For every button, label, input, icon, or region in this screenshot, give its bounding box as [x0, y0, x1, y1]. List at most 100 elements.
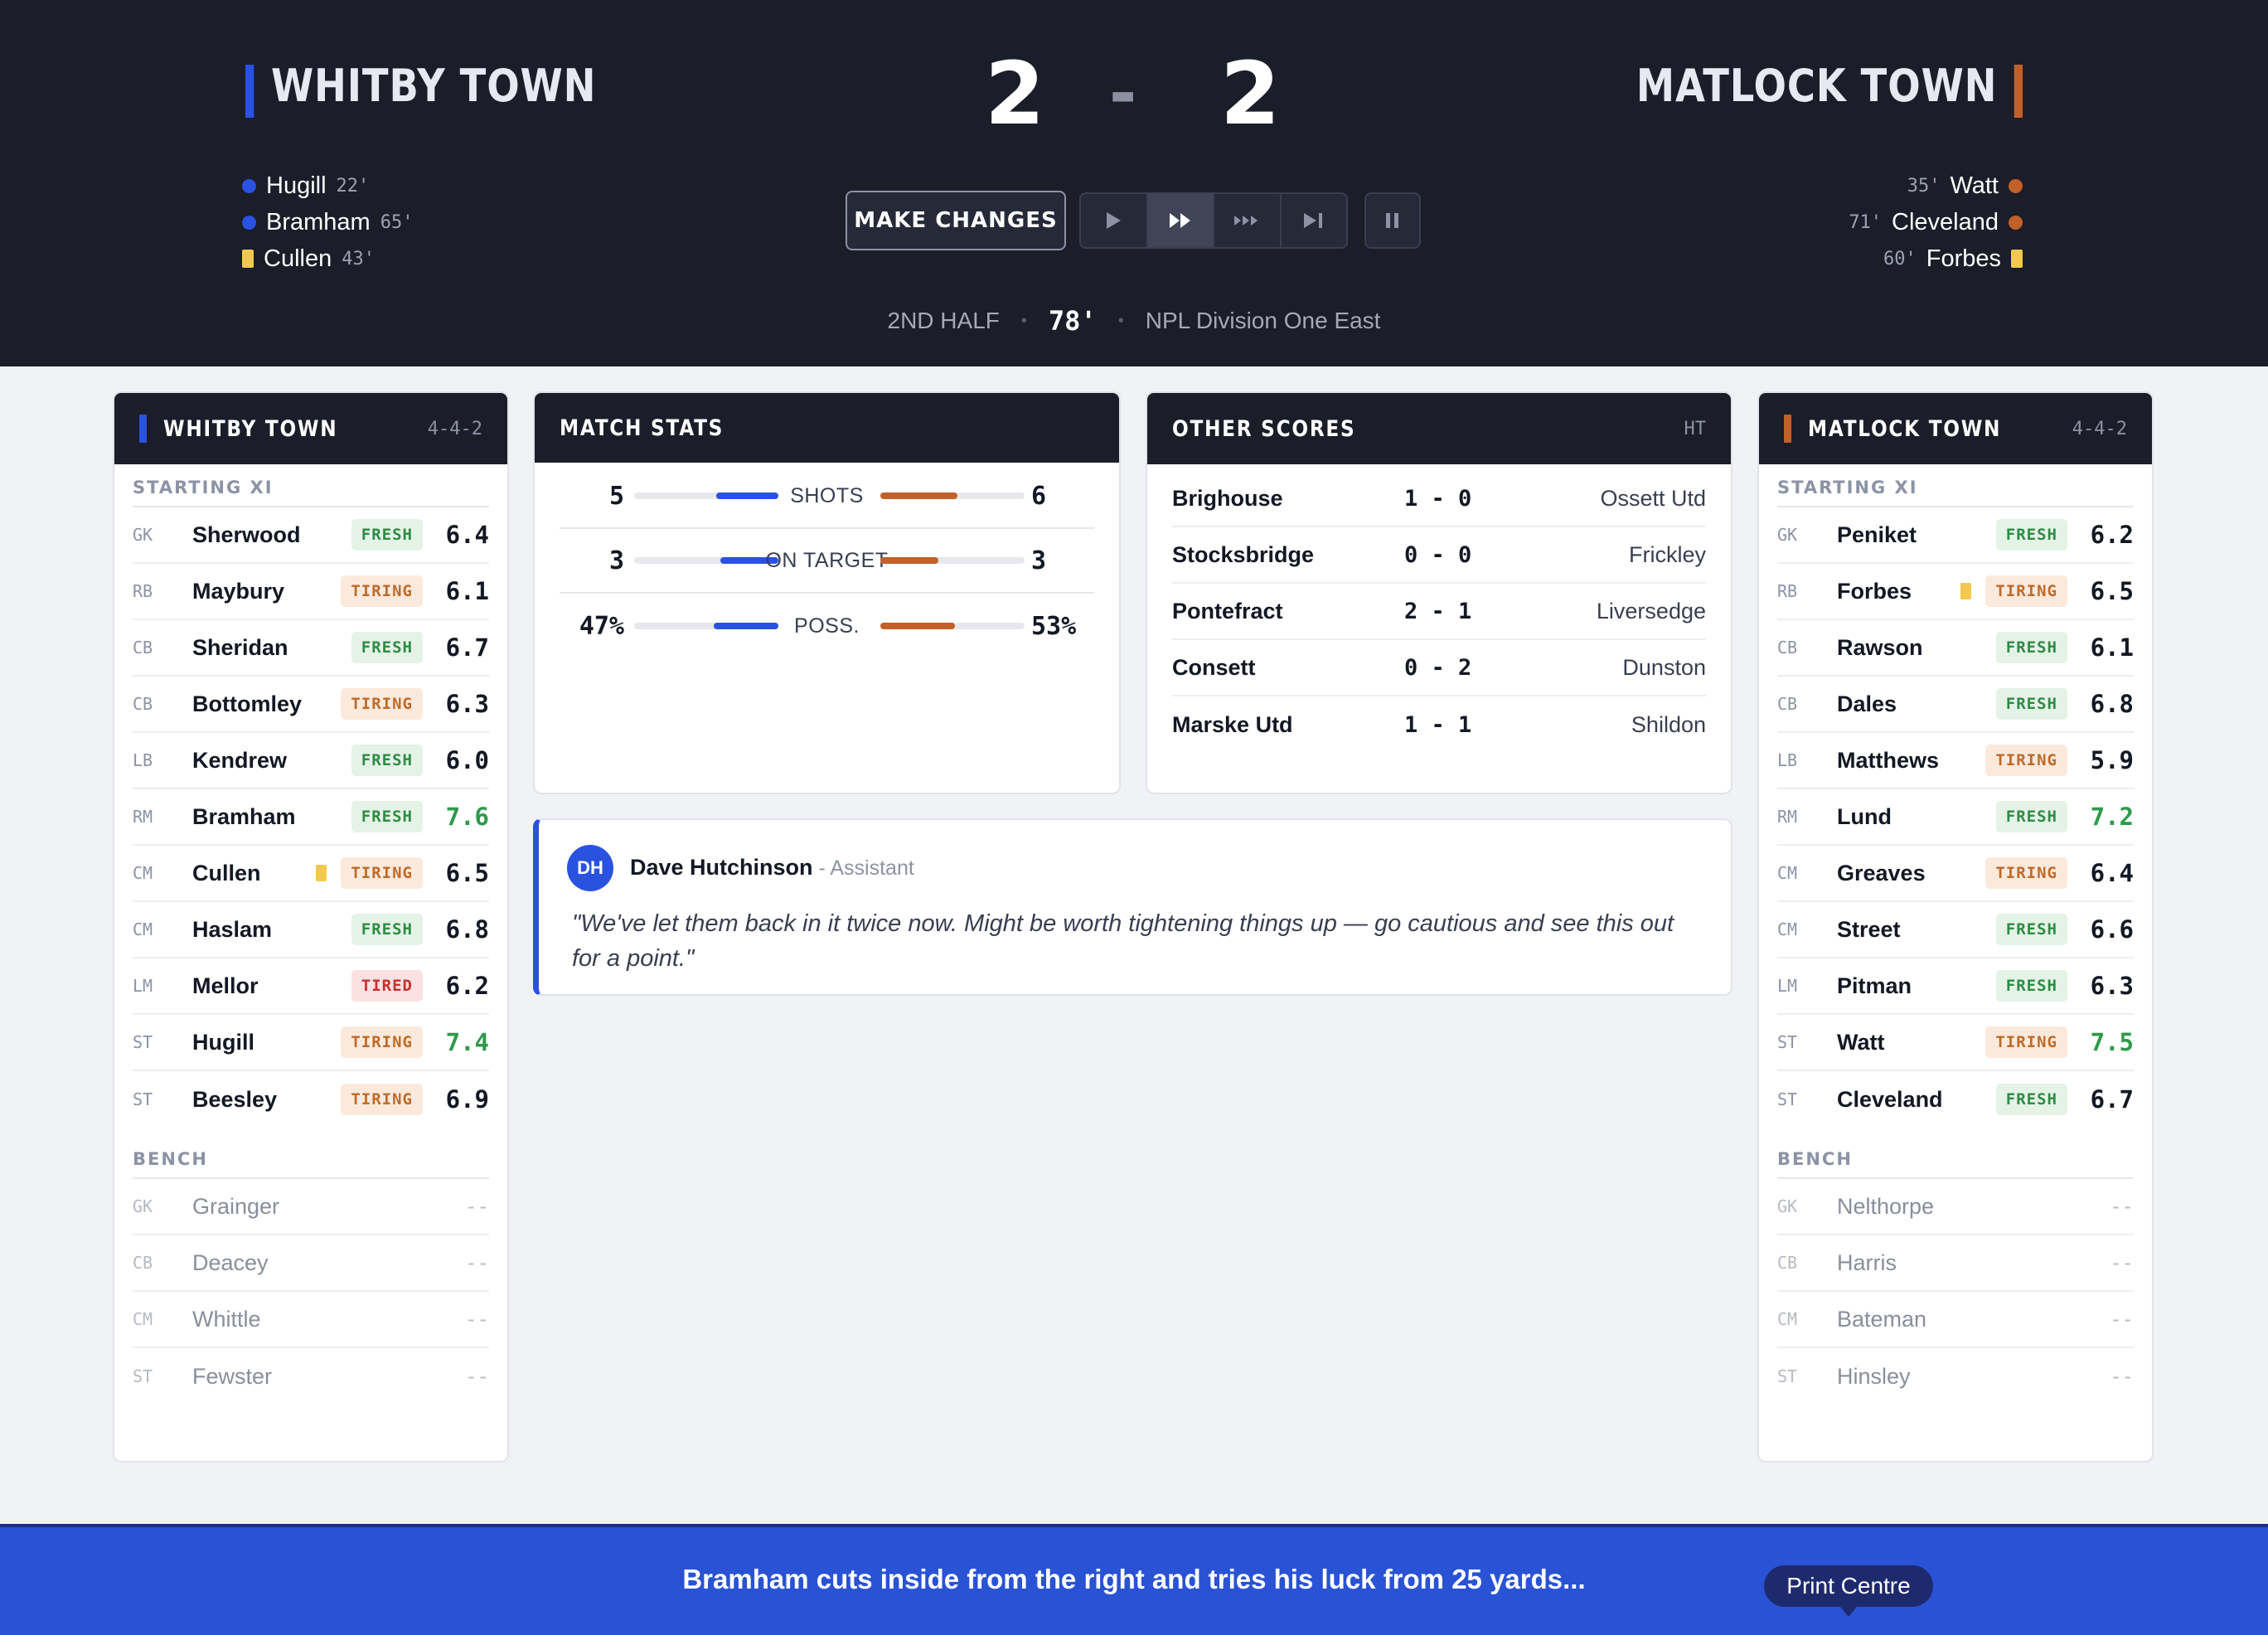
player-name: Dales [1837, 691, 1897, 716]
meta-separator: • [1020, 311, 1027, 330]
player-row[interactable]: CM Street FRESH 6.6 [1777, 902, 2134, 958]
fastest-button[interactable] [1214, 194, 1282, 247]
player-row[interactable]: RB Forbes TIRING 6.5 [1777, 564, 2134, 620]
player-rating: -- [2110, 1365, 2134, 1388]
bench-label: BENCH [133, 1128, 489, 1179]
condition-badge: TIRED [351, 970, 423, 1002]
player-name: Nelthorpe [1837, 1193, 1935, 1219]
player-row[interactable]: LB Matthews TIRING 5.9 [1777, 733, 2134, 789]
player-row[interactable]: GK Sherwood FRESH 6.4 [133, 507, 489, 564]
player-row[interactable]: RB Maybury TIRING 6.1 [133, 564, 489, 620]
other-scores-panel: OTHER SCORES HT Brighouse 1 - 0 Ossett Utd… [1146, 391, 1732, 794]
condition-badge: FRESH [1995, 801, 2067, 832]
condition-badge: TIRING [1985, 575, 2067, 607]
skip-to-end-button[interactable] [1282, 194, 1347, 247]
player-row[interactable]: LM Pitman FRESH 6.3 [1777, 958, 2134, 1015]
player-name: Hugill [192, 1029, 254, 1055]
bench-player-row[interactable]: ST Hinsley -- [1777, 1348, 2134, 1405]
other-score-row: Marske Utd 1 - 1 Shildon [1172, 696, 1706, 753]
away-stat-bar [880, 557, 1025, 564]
player-name: Pitman [1837, 973, 1912, 998]
bench-player-row[interactable]: GK Grainger -- [133, 1179, 489, 1235]
bench-player-row[interactable]: CB Harris -- [1777, 1235, 2134, 1292]
player-rating: 6.1 [2090, 633, 2134, 662]
player-rating: 6.2 [2090, 521, 2134, 549]
bench-player-row[interactable]: CB Deacey -- [133, 1235, 489, 1292]
player-rating: 5.9 [2090, 746, 2134, 774]
player-name: Watt [1837, 1029, 1885, 1055]
player-row[interactable]: ST Watt TIRING 7.5 [1777, 1015, 2134, 1071]
meta-separator: • [1117, 311, 1124, 330]
other-score-row: Consett 0 - 2 Dunston [1172, 640, 1706, 696]
away-squad-panel: MATLOCK TOWN 4-4-2 STARTING XI GK Peniket F… [1757, 391, 2154, 1463]
player-rating: 6.3 [445, 690, 489, 718]
condition-badge: FRESH [1995, 688, 2067, 720]
bench-player-row[interactable]: GK Nelthorpe -- [1777, 1179, 2134, 1235]
player-row[interactable]: CM Greaves TIRING 6.4 [1777, 846, 2134, 902]
scorer-name: Cleveland [1892, 208, 1999, 235]
away-stat-bar [880, 623, 1025, 629]
other-scores-header: OTHER SCORES HT [1147, 393, 1731, 464]
booked-player-name: Forbes [1926, 245, 2001, 272]
other-score-row: Brighouse 1 - 0 Ossett Utd [1172, 471, 1706, 527]
play-icon [1107, 212, 1122, 229]
player-rating: -- [2110, 1195, 2134, 1218]
assistant-role: - Assistant [812, 856, 914, 880]
scorer-minute: 65' [380, 211, 414, 233]
player-position: RB [133, 581, 153, 601]
player-name: Lund [1837, 803, 1892, 829]
home-team-color-bar [139, 415, 147, 443]
away-score: 2 [1220, 43, 1281, 144]
player-name: Bramham [192, 803, 296, 829]
player-row[interactable]: CB Rawson FRESH 6.1 [1777, 620, 2134, 677]
score: 0 - 2 [1404, 654, 1472, 681]
match-meta: 2ND HALF • 78' • NPL Division One East [0, 305, 2268, 337]
match-header: WHITBY TOWN 2 - 2 MATLOCK TOWN Hugill 22… [0, 0, 2268, 366]
bench-player-row[interactable]: CM Whittle -- [133, 1292, 489, 1348]
player-row[interactable]: CB Sheridan FRESH 6.7 [133, 620, 489, 677]
fast-forward-icon [1169, 213, 1190, 228]
player-rating: 6.1 [445, 577, 489, 605]
play-button[interactable] [1081, 194, 1148, 247]
player-position: ST [133, 1089, 153, 1109]
make-changes-button[interactable]: MAKE CHANGES [846, 191, 1066, 250]
player-row[interactable]: RM Lund FRESH 7.2 [1777, 789, 2134, 846]
assistant-name: Dave Hutchinson - Assistant [630, 855, 914, 880]
bench-list: GK Grainger -- CB Deacey -- CM Whittle -- ST Fewst… [133, 1179, 489, 1405]
player-rating: 6.2 [445, 972, 489, 1000]
fast-forward-button[interactable] [1147, 194, 1214, 247]
player-row[interactable]: CM Cullen TIRING 6.5 [133, 846, 489, 902]
scorer-entry: Hugill 22' [242, 167, 413, 204]
booking-minute: 43' [342, 248, 375, 269]
player-row[interactable]: LB Kendrew FRESH 6.0 [133, 733, 489, 789]
player-row[interactable]: RM Bramham FRESH 7.6 [133, 789, 489, 846]
condition-badge: FRESH [351, 632, 423, 663]
player-name: Maybury [192, 578, 285, 604]
player-position: CB [133, 1253, 153, 1273]
player-row[interactable]: CM Haslam FRESH 6.8 [133, 902, 489, 958]
player-row[interactable]: CB Bottomley TIRING 6.3 [133, 677, 489, 733]
bench-player-row[interactable]: CM Bateman -- [1777, 1292, 2134, 1348]
other-scores-status: HT [1684, 418, 1707, 439]
pause-button[interactable] [1364, 192, 1421, 249]
player-row[interactable]: ST Hugill TIRING 7.4 [133, 1015, 489, 1071]
away-team-color-bar [1784, 415, 1791, 443]
match-stats-list: 5 SHOTS 6 3 ON TARGET 3 47% POSS. 53% [535, 463, 1119, 658]
match-clock: 78' [1048, 305, 1097, 337]
player-name: Cleveland [1837, 1086, 1943, 1112]
player-row[interactable]: ST Cleveland FRESH 6.7 [1777, 1071, 2134, 1128]
player-name: Bateman [1837, 1306, 1927, 1332]
away-team: Frickley [1629, 541, 1706, 567]
player-position: GK [1777, 1196, 1798, 1216]
player-row[interactable]: LM Mellor TIRED 6.2 [133, 958, 489, 1015]
player-row[interactable]: ST Beesley TIRING 6.9 [133, 1071, 489, 1128]
away-stat-bar [880, 492, 1025, 499]
player-row[interactable]: CB Dales FRESH 6.8 [1777, 677, 2134, 733]
player-name: Kendrew [192, 747, 288, 773]
away-stat-fill [880, 623, 955, 629]
starting-xi-label: STARTING XI [1777, 464, 2134, 507]
condition-badge: FRESH [351, 519, 423, 551]
player-row[interactable]: GK Peniket FRESH 6.2 [1777, 507, 2134, 564]
bench-player-row[interactable]: ST Fewster -- [133, 1348, 489, 1405]
player-name: Bottomley [192, 691, 303, 716]
